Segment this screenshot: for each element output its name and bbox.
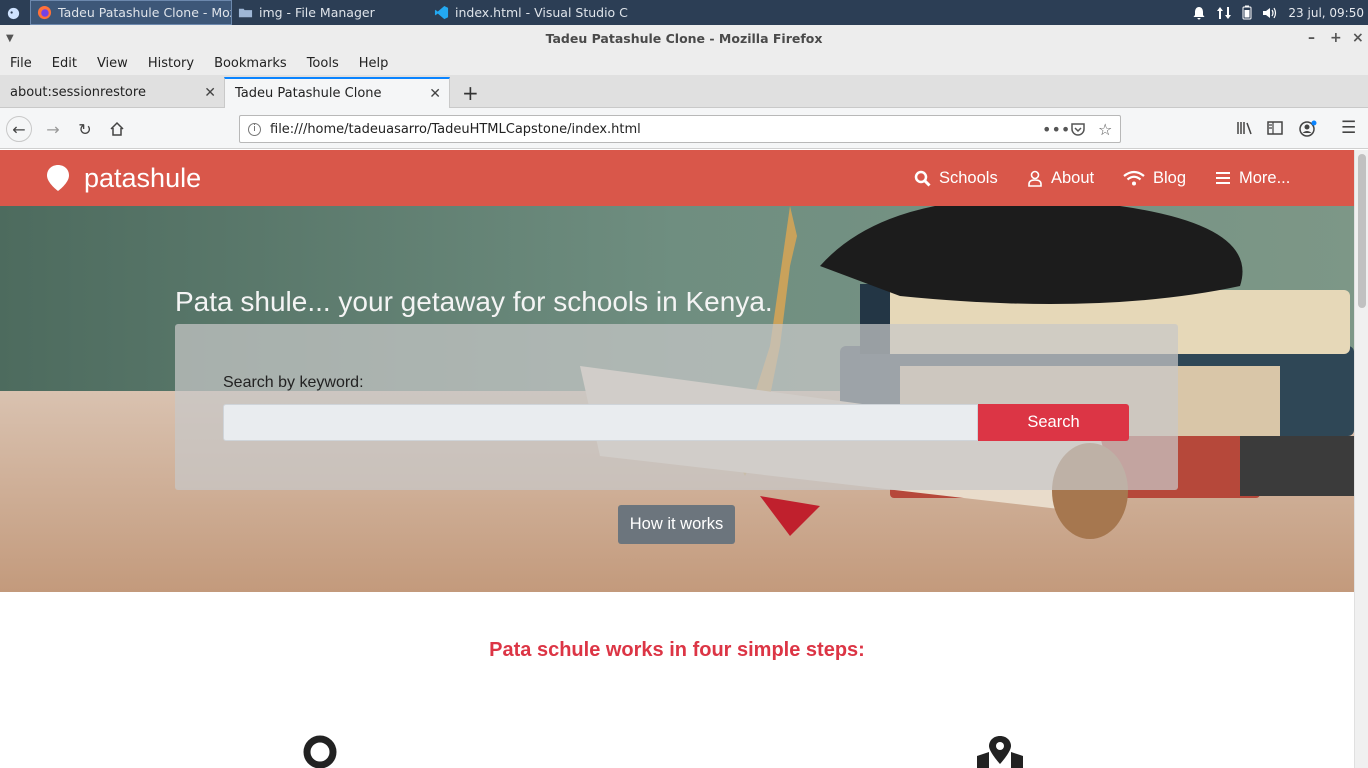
arrow-right-icon: → bbox=[46, 119, 60, 139]
tab-strip: about:sessionrestore ✕ Tadeu Patashule C… bbox=[0, 75, 1368, 108]
bookmark-star-icon[interactable]: ☆ bbox=[1098, 120, 1112, 139]
url-text: file:///home/tadeuasarro/TadeuHTMLCapsto… bbox=[270, 121, 641, 137]
arrow-left-icon: ← bbox=[12, 119, 26, 139]
close-tab-icon[interactable]: ✕ bbox=[429, 86, 441, 102]
map-marker-icon bbox=[47, 165, 69, 191]
back-button[interactable]: ← bbox=[6, 116, 32, 142]
account-icon[interactable] bbox=[1299, 120, 1317, 138]
hero-title: Pata shule... your getaway for schools i… bbox=[175, 286, 773, 317]
info-icon[interactable]: i bbox=[248, 122, 261, 136]
page-scrollbar[interactable] bbox=[1354, 150, 1368, 768]
menu-tools[interactable]: Tools bbox=[297, 56, 349, 71]
close-window-icon[interactable]: × bbox=[1352, 25, 1364, 51]
search-panel: Search by keyword: Search bbox=[175, 324, 1178, 490]
volume-icon[interactable] bbox=[1262, 6, 1278, 20]
menu-history[interactable]: History bbox=[138, 56, 204, 71]
tab-patashule[interactable]: Tadeu Patashule Clone ✕ bbox=[224, 77, 450, 108]
menu-file[interactable]: File bbox=[0, 56, 42, 71]
nav-schools-label: Schools bbox=[939, 168, 998, 187]
page-viewport: patashule Schools About Blog More... Pat… bbox=[0, 150, 1354, 768]
tab-label: Tadeu Patashule Clone bbox=[235, 86, 382, 101]
nav-about-label: About bbox=[1051, 168, 1095, 187]
search-icon bbox=[914, 170, 931, 187]
nav-more[interactable]: More... bbox=[1215, 150, 1290, 206]
tab-session-restore[interactable]: about:sessionrestore ✕ bbox=[0, 77, 224, 108]
xfce-mouse-icon bbox=[7, 7, 20, 20]
library-icon[interactable] bbox=[1236, 120, 1254, 136]
plus-icon: + bbox=[462, 80, 479, 105]
step-search-icon bbox=[303, 735, 337, 768]
tab-label: about:sessionrestore bbox=[10, 85, 146, 100]
search-input[interactable] bbox=[223, 404, 978, 441]
search-button[interactable]: Search bbox=[978, 404, 1129, 441]
brand-logo[interactable]: patashule bbox=[46, 150, 201, 206]
sidebar-toggle-icon[interactable] bbox=[1267, 121, 1283, 135]
notification-bell-icon[interactable] bbox=[1192, 6, 1206, 20]
taskbar-app-firefox[interactable]: Tadeu Patashule Clone - Moz... bbox=[30, 0, 232, 25]
hamburger-menu-icon[interactable]: ☰ bbox=[1341, 118, 1356, 138]
navigation-toolbar: ← → ↻ i file:///home/tadeuasarro/TadeuHT… bbox=[0, 108, 1368, 149]
how-it-works-button[interactable]: How it works bbox=[618, 505, 735, 544]
page-actions-icon[interactable]: ••• bbox=[1042, 120, 1070, 139]
user-icon bbox=[1028, 170, 1042, 187]
steps-heading: Pata schule works in four simple steps: bbox=[489, 639, 865, 661]
taskbar-app-vscode[interactable]: index.html - Visual Studio Co... bbox=[428, 0, 628, 25]
whisker-menu-button[interactable] bbox=[0, 0, 30, 25]
battery-icon[interactable] bbox=[1242, 5, 1252, 20]
hero-section: Pata shule... your getaway for schools i… bbox=[0, 206, 1354, 592]
bars-icon bbox=[1216, 172, 1230, 184]
firefox-icon bbox=[37, 5, 52, 20]
nav-more-label: More... bbox=[1239, 168, 1291, 187]
new-tab-button[interactable]: + bbox=[452, 77, 480, 108]
url-bar[interactable]: i file:///home/tadeuasarro/TadeuHTMLCaps… bbox=[239, 115, 1121, 143]
wifi-icon bbox=[1123, 170, 1145, 186]
brand-name: patashule bbox=[84, 162, 202, 193]
taskbar-app-label: index.html - Visual Studio Co... bbox=[455, 5, 628, 20]
search-label: Search by keyword: bbox=[223, 374, 364, 391]
nav-blog[interactable]: Blog bbox=[1123, 150, 1186, 206]
folder-icon bbox=[238, 8, 253, 18]
window-title: Tadeu Patashule Clone - Mozilla Firefox bbox=[545, 30, 823, 46]
map-marked-icon bbox=[977, 736, 1023, 768]
maximize-icon[interactable]: + bbox=[1330, 25, 1342, 51]
forward-button[interactable]: → bbox=[40, 116, 66, 142]
home-icon bbox=[110, 121, 124, 136]
network-transfer-icon[interactable] bbox=[1216, 6, 1232, 20]
menu-bookmarks[interactable]: Bookmarks bbox=[204, 56, 297, 71]
taskbar-clock[interactable]: 23 jul, 09:50 bbox=[1288, 6, 1364, 20]
reload-icon: ↻ bbox=[78, 119, 92, 139]
system-tray: 23 jul, 09:50 bbox=[1192, 0, 1364, 25]
taskbar-app-label: Tadeu Patashule Clone - Moz... bbox=[58, 5, 232, 20]
close-tab-icon[interactable]: ✕ bbox=[204, 85, 216, 101]
menu-view[interactable]: View bbox=[87, 56, 138, 71]
window-titlebar: ▼ Tadeu Patashule Clone - Mozilla Firefo… bbox=[0, 25, 1368, 51]
menu-edit[interactable]: Edit bbox=[42, 56, 87, 71]
os-taskbar: Tadeu Patashule Clone - Moz... img - Fil… bbox=[0, 0, 1368, 25]
minimize-icon[interactable]: – bbox=[1308, 25, 1315, 51]
home-button[interactable] bbox=[104, 116, 130, 142]
nav-schools[interactable]: Schools bbox=[914, 150, 998, 206]
nav-about[interactable]: About bbox=[1027, 150, 1094, 206]
reload-button[interactable]: ↻ bbox=[72, 116, 98, 142]
taskbar-app-file-manager[interactable]: img - File Manager bbox=[232, 0, 428, 25]
scrollbar-thumb[interactable] bbox=[1358, 154, 1366, 308]
taskbar-app-label: img - File Manager bbox=[259, 5, 375, 20]
menubar: File Edit View History Bookmarks Tools H… bbox=[0, 51, 1368, 75]
nav-blog-label: Blog bbox=[1153, 168, 1187, 187]
site-header: patashule Schools About Blog More... bbox=[0, 150, 1354, 206]
vscode-icon bbox=[434, 5, 449, 20]
pocket-icon[interactable] bbox=[1070, 121, 1086, 137]
menu-help[interactable]: Help bbox=[349, 56, 399, 71]
window-menu-icon[interactable]: ▼ bbox=[6, 25, 14, 51]
